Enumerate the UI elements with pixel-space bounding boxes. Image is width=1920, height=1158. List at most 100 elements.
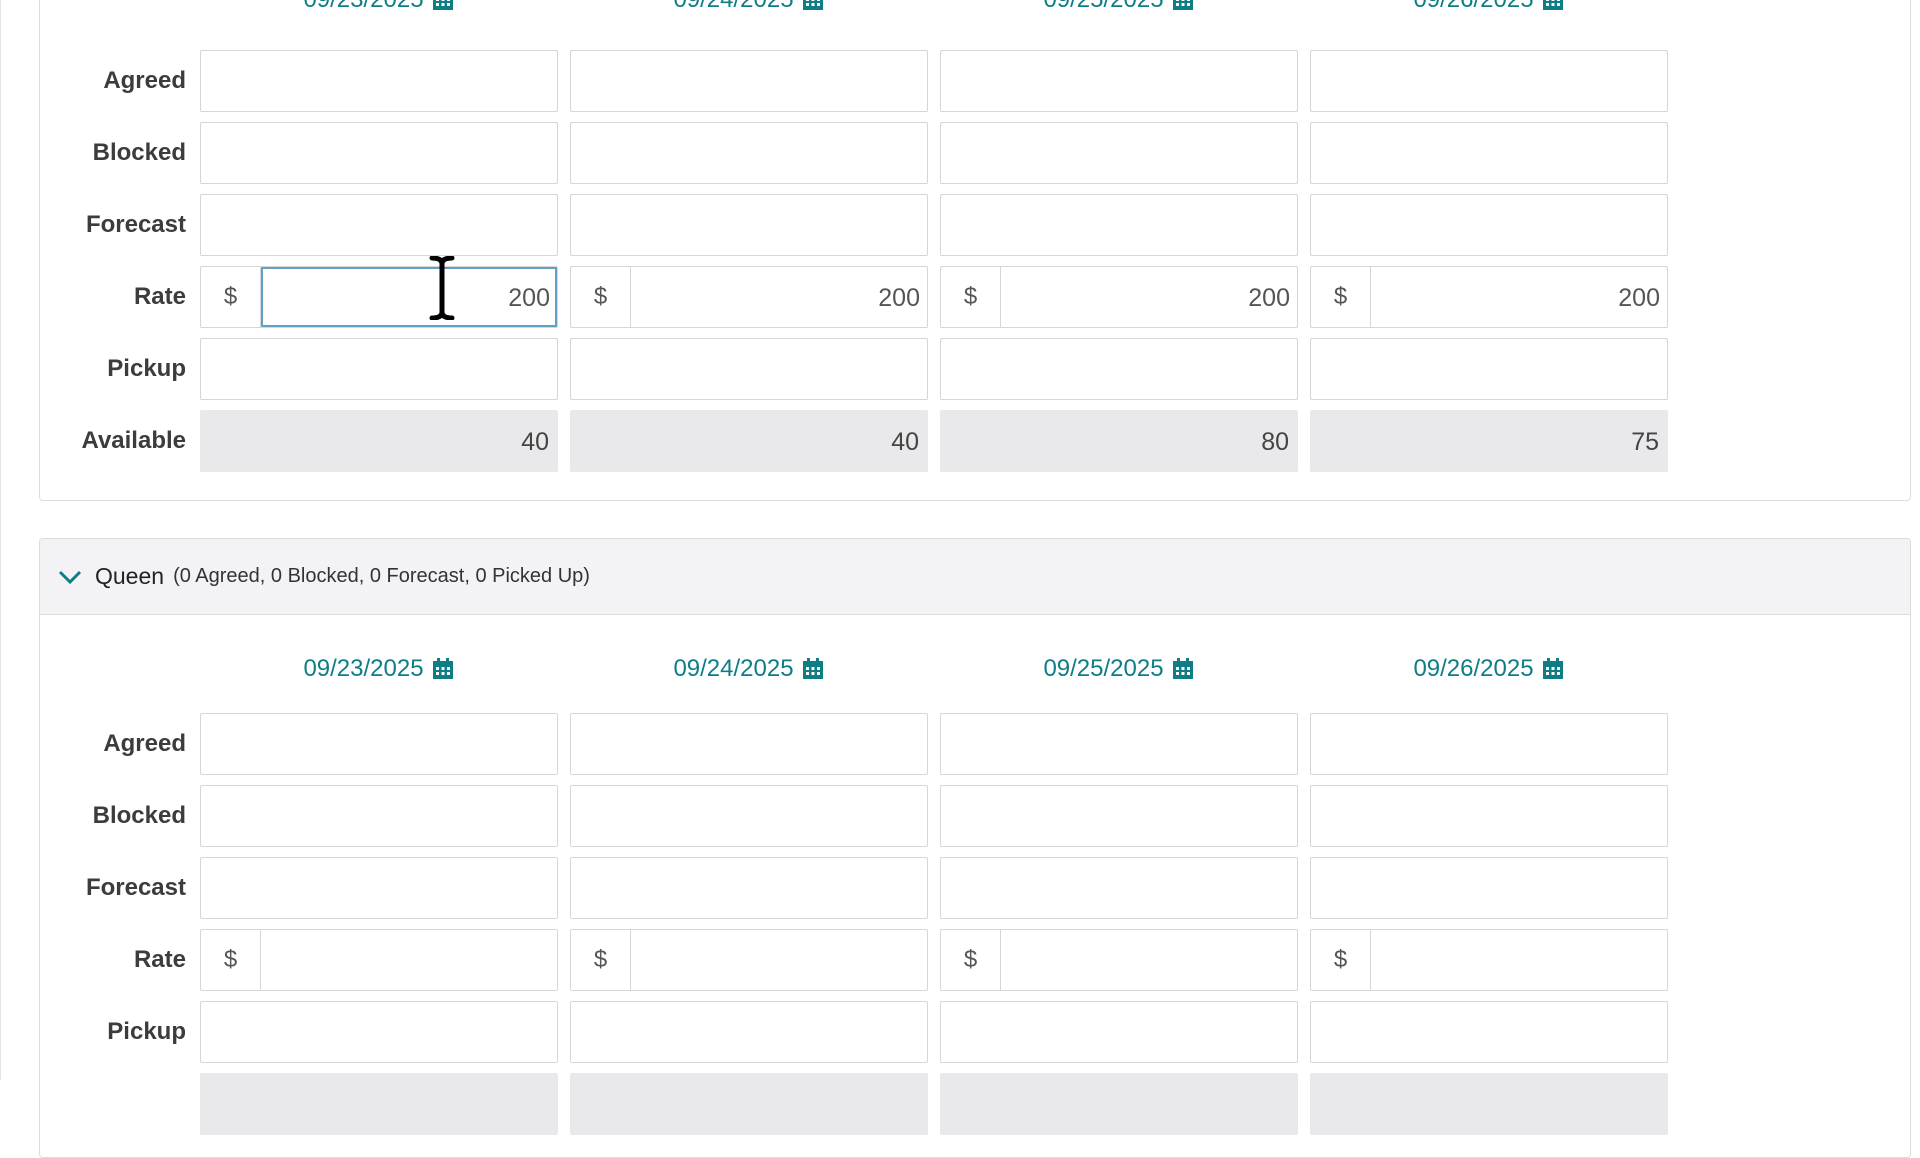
blocked-input[interactable] (200, 122, 558, 184)
currency-prefix: $ (571, 267, 631, 327)
calendar-icon[interactable] (1542, 658, 1564, 680)
available-cell (940, 1073, 1298, 1135)
rate-input[interactable]: 200 (1001, 267, 1297, 327)
pickup-input[interactable] (200, 338, 558, 400)
rate-field: $ (200, 929, 558, 991)
forecast-input[interactable] (1310, 194, 1668, 256)
date-column-header[interactable]: 09/25/2025 (940, 649, 1297, 689)
page-left-border (0, 0, 1, 1080)
date-header-row: 09/23/2025 09/24/2025 09/25/2025 09/26/2… (40, 649, 1910, 689)
pickup-input[interactable] (200, 1001, 558, 1063)
row-label-pickup: Pickup (107, 1018, 186, 1045)
agreed-input[interactable] (570, 713, 928, 775)
currency-prefix: $ (1311, 267, 1371, 327)
blocked-input[interactable] (1310, 122, 1668, 184)
calendar-icon[interactable] (1172, 0, 1194, 11)
room-type-panel-1: 09/23/2025 09/24/2025 09/25/2025 09/26/2… (39, 0, 1911, 501)
row-label-available: Available (81, 427, 187, 454)
agreed-input[interactable] (940, 713, 1298, 775)
date-column-header[interactable]: 09/26/2025 (1310, 649, 1667, 689)
available-cell: 40 (200, 410, 558, 472)
rate-input[interactable] (631, 930, 927, 990)
date-column-header[interactable]: 09/23/2025 (200, 0, 557, 20)
rate-value: 200 (878, 284, 920, 312)
row-label-agreed: Agreed (103, 67, 186, 94)
date-column-header[interactable]: 09/23/2025 (200, 649, 557, 689)
blocked-input[interactable] (940, 122, 1298, 184)
rate-value: 200 (1248, 284, 1290, 312)
currency-prefix: $ (571, 930, 631, 990)
rate-input[interactable]: 200 (261, 267, 557, 327)
available-cell: 75 (1310, 410, 1668, 472)
forecast-input[interactable] (1310, 857, 1668, 919)
chevron-down-icon[interactable] (57, 564, 83, 590)
pickup-input[interactable] (570, 338, 928, 400)
room-type-panel-queen: Queen (0 Agreed, 0 Blocked, 0 Forecast, … (39, 538, 1911, 1158)
date-column-header[interactable]: 09/25/2025 (940, 0, 1297, 20)
row-label-pickup: Pickup (107, 355, 186, 382)
available-cell (1310, 1073, 1668, 1135)
currency-prefix: $ (941, 930, 1001, 990)
rate-input[interactable] (1371, 930, 1667, 990)
calendar-icon[interactable] (802, 658, 824, 680)
calendar-icon[interactable] (432, 658, 454, 680)
rate-input[interactable]: 200 (1371, 267, 1667, 327)
agreed-input[interactable] (1310, 713, 1668, 775)
forecast-input[interactable] (570, 857, 928, 919)
rate-field: $ (570, 929, 928, 991)
rate-value: 200 (508, 284, 550, 312)
available-cell (200, 1073, 558, 1135)
available-cell: 80 (940, 410, 1298, 472)
currency-prefix: $ (201, 930, 261, 990)
agreed-input[interactable] (200, 50, 558, 112)
calendar-icon[interactable] (802, 0, 824, 11)
row-label-rate: Rate (133, 283, 186, 310)
row-label-forecast: Forecast (85, 211, 186, 238)
row-label-rate: Rate (133, 946, 186, 973)
calendar-icon[interactable] (1542, 0, 1564, 11)
pickup-input[interactable] (570, 1001, 928, 1063)
section-header[interactable]: Queen (0 Agreed, 0 Blocked, 0 Forecast, … (40, 539, 1910, 615)
rate-field: $ 200 (570, 266, 928, 328)
agreed-input[interactable] (200, 713, 558, 775)
date-column-header[interactable]: 09/26/2025 (1310, 0, 1667, 20)
date-column-header[interactable]: 09/24/2025 (570, 649, 927, 689)
date-header-row: 09/23/2025 09/24/2025 09/25/2025 09/26/2… (40, 0, 1910, 20)
calendar-icon[interactable] (1172, 658, 1194, 680)
row-label-forecast: Forecast (85, 874, 186, 901)
agreed-input[interactable] (940, 50, 1298, 112)
rate-field: $ 200 (200, 266, 558, 328)
agreed-input[interactable] (1310, 50, 1668, 112)
blocked-input[interactable] (1310, 785, 1668, 847)
pickup-input[interactable] (1310, 1001, 1668, 1063)
rate-input[interactable] (261, 930, 557, 990)
pickup-input[interactable] (940, 338, 1298, 400)
blocked-input[interactable] (200, 785, 558, 847)
row-label-agreed: Agreed (103, 730, 186, 757)
forecast-input[interactable] (200, 857, 558, 919)
currency-prefix: $ (941, 267, 1001, 327)
row-label-blocked: Blocked (92, 139, 186, 166)
pickup-input[interactable] (940, 1001, 1298, 1063)
blocked-input[interactable] (570, 785, 928, 847)
forecast-input[interactable] (940, 857, 1298, 919)
rate-field: $ 200 (1310, 266, 1668, 328)
rate-field: $ (1310, 929, 1668, 991)
available-cell (570, 1073, 928, 1135)
date-column-header[interactable]: 09/24/2025 (570, 0, 927, 20)
rate-field: $ 200 (940, 266, 1298, 328)
currency-prefix: $ (1311, 930, 1371, 990)
forecast-input[interactable] (200, 194, 558, 256)
agreed-input[interactable] (570, 50, 928, 112)
calendar-icon[interactable] (432, 0, 454, 11)
section-title: Queen (95, 563, 165, 589)
blocked-input[interactable] (570, 122, 928, 184)
rate-input[interactable]: 200 (631, 267, 927, 327)
pickup-input[interactable] (1310, 338, 1668, 400)
section-summary: (0 Agreed, 0 Blocked, 0 Forecast, 0 Pick… (173, 565, 590, 587)
blocked-input[interactable] (940, 785, 1298, 847)
forecast-input[interactable] (940, 194, 1298, 256)
forecast-input[interactable] (570, 194, 928, 256)
rate-input[interactable] (1001, 930, 1297, 990)
currency-prefix: $ (201, 267, 261, 327)
